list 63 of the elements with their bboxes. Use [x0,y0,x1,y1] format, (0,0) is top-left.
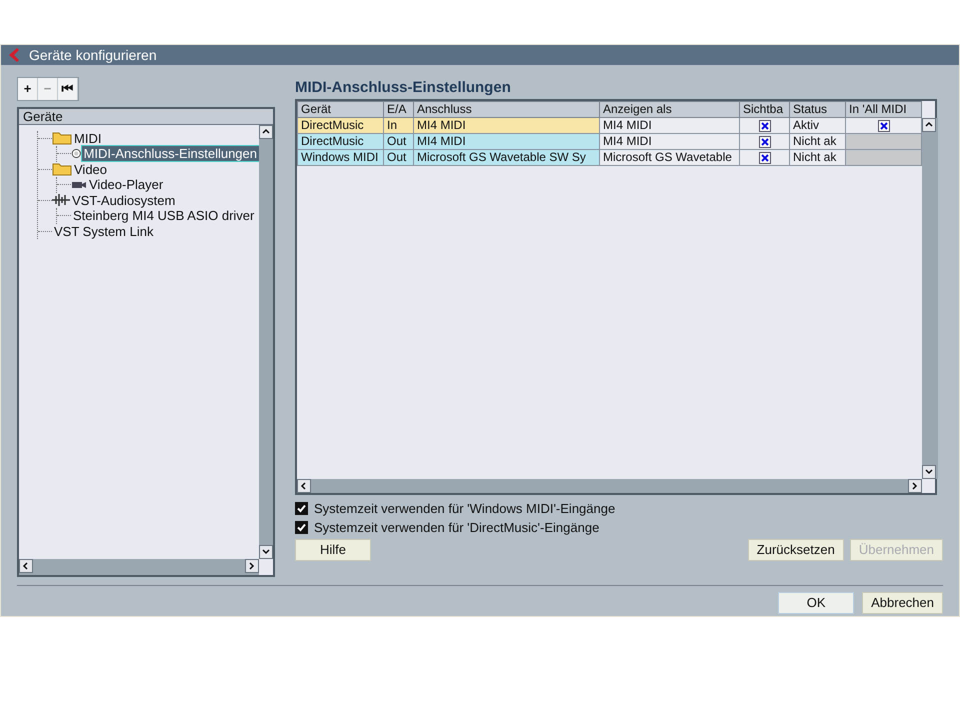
table-cell: Nicht ak [790,133,846,150]
chevron-right-icon [910,480,920,491]
table-cell: Microsoft GS Wavetable [600,149,740,166]
toolbar-button[interactable]: + [18,78,38,100]
scroll-down-button[interactable] [922,464,936,479]
table-cell: DirectMusic [298,117,384,134]
scroll-left-button[interactable] [19,558,33,573]
camera-icon [71,180,87,190]
table-cell: MI4 MIDI [414,133,600,150]
column-header[interactable]: Anzeigen als [600,101,740,118]
waveform-icon [52,194,70,206]
table-cell: In [384,117,414,134]
scroll-right-button[interactable] [245,558,259,573]
port-icon [71,147,82,160]
panel-title: MIDI-Anschluss-Einstellungen [295,78,512,98]
tree-item[interactable]: VST-Audiosystem [70,192,178,208]
tree-item[interactable]: VST System Link [52,224,156,239]
table-cell: Microsoft GS Wavetable SW Sy [414,149,600,166]
toolbar-button[interactable]: ⏮ [58,78,78,100]
checkbox[interactable] [295,502,308,515]
tree-item[interactable]: MIDI [72,130,104,146]
table-cell: DirectMusic [298,133,384,150]
help-button[interactable]: Hilfe [295,538,371,561]
checkbox[interactable] [758,152,770,164]
table-cell: Out [384,149,414,166]
scroll-up-button[interactable] [922,118,936,132]
scroll-down-button[interactable] [259,544,273,559]
tree-item[interactable]: MIDI-Anschluss-Einstellungen [82,146,259,162]
checkbox-label: Systemzeit verwenden für 'Windows MIDI'-Eingänge [314,500,616,516]
chevron-down-icon [924,466,934,477]
scroll-up-button[interactable] [259,124,273,139]
table-cell: MI4 MIDI [600,117,740,134]
dialog-button[interactable]: OK [778,592,854,614]
folder-icon [52,162,72,176]
tree-item[interactable]: Video [72,162,110,177]
dialog-button[interactable]: Abbrechen [862,592,943,614]
table-cell: Nicht ak [790,149,846,166]
tree-item[interactable]: Steinberg MI4 USB ASIO driver [71,208,256,224]
column-header[interactable]: E/A [384,101,414,118]
column-header[interactable]: Anschluss [414,101,600,118]
column-header[interactable]: Status [790,101,846,118]
window-title: Geräte konfigurieren [29,46,157,63]
checkbox[interactable] [758,136,770,148]
tree-item[interactable]: Video-Player [87,177,166,192]
checkbox[interactable] [758,120,770,132]
action-button[interactable]: Zurücksetzen [748,538,844,561]
scroll-right-button[interactable] [908,478,922,493]
scroll-left-button[interactable] [297,478,311,493]
table-cell: Windows MIDI [298,149,384,166]
checkbox[interactable] [878,120,890,132]
table-cell: Out [384,133,414,150]
column-header[interactable]: Gerät [298,101,384,118]
column-header[interactable]: Sichtba [740,101,790,118]
table-cell: MI4 MIDI [600,133,740,150]
chevron-down-icon [261,546,271,557]
table-cell: Aktiv [790,117,846,134]
table-cell: MI4 MIDI [414,117,600,134]
folder-icon [52,131,72,146]
checkbox[interactable] [295,520,308,534]
chevron-right-icon [247,560,257,571]
checkbox-label: Systemzeit verwenden für 'DirectMusic'-Eingänge [314,520,600,535]
column-header: Geräte [19,108,273,125]
column-header[interactable]: In 'All MIDI [846,101,922,118]
